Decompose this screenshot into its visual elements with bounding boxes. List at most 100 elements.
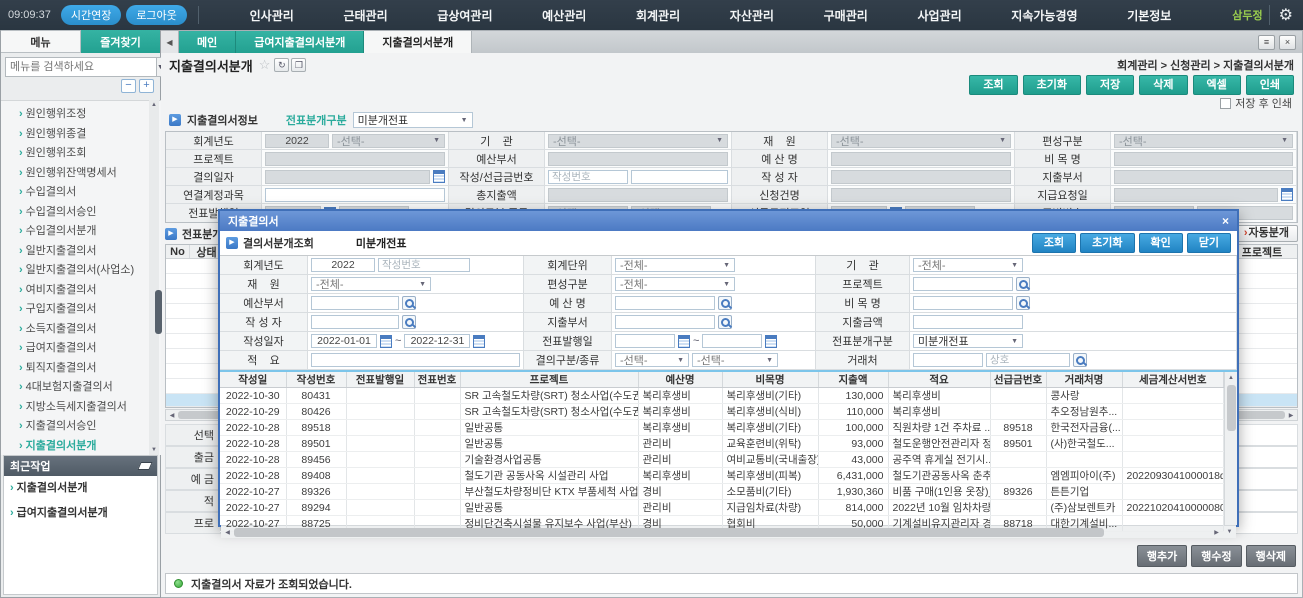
action-button-삭제[interactable]: 삭제 xyxy=(1139,75,1187,95)
search-icon[interactable] xyxy=(1016,277,1030,291)
scroll-up-icon[interactable]: ▲ xyxy=(1228,372,1234,384)
topbar-menu-item[interactable]: 지속가능경영 xyxy=(1011,7,1077,24)
table-row[interactable]: 2022-10-2889456기술환경사업공통관리비여비교통비(국내출장)43,… xyxy=(220,452,1224,468)
spend-dept-input[interactable] xyxy=(1114,170,1293,184)
sidebar-item[interactable]: ›지방소득세지출결의서 xyxy=(19,398,152,418)
table-row[interactable]: 2022-10-3080431SR 고속철도차량(SRT) 청소사업(수도권)복… xyxy=(220,388,1224,404)
modal-unit-select[interactable]: -전체-▼ xyxy=(615,258,735,272)
sidebar-item[interactable]: ›일반지출결의서 xyxy=(19,242,152,262)
search-icon[interactable] xyxy=(402,296,416,310)
sidebar-item[interactable]: ›원인행위잔액명세서 xyxy=(19,164,152,184)
pay-request-date-input[interactable] xyxy=(1114,188,1278,202)
modal-item-name-input[interactable] xyxy=(913,296,1013,310)
table-row[interactable]: 2022-10-2789294일반공통관리비지급임차료(차량)814,00020… xyxy=(220,500,1224,516)
modal-vscrollbar[interactable]: ▲ xyxy=(1224,372,1237,525)
modal-close-icon[interactable]: × xyxy=(1222,214,1229,228)
search-icon[interactable] xyxy=(1073,353,1087,367)
sidebar-tab-favorites[interactable]: 즐겨찾기 xyxy=(81,30,160,53)
scroll-up-icon[interactable]: ▲ xyxy=(149,100,159,110)
budget-type-select[interactable]: -선택-▼ xyxy=(1114,134,1293,148)
table-column-header[interactable]: 전표발행일 xyxy=(346,372,414,388)
topbar-menu-item[interactable]: 구매관리 xyxy=(824,7,868,24)
resolution-date-input[interactable] xyxy=(265,170,430,184)
table-column-header[interactable]: 비목명 xyxy=(722,372,818,388)
sidebar-item[interactable]: ›소득지출결의서 xyxy=(19,320,152,340)
request-title-input[interactable] xyxy=(831,188,1011,202)
table-column-header[interactable]: 전표번호 xyxy=(414,372,460,388)
gear-icon[interactable]: ⚙ xyxy=(1269,5,1303,25)
topbar-menu-item[interactable]: 인사관리 xyxy=(250,7,294,24)
document-tab[interactable]: 급여지출결의서분개 xyxy=(236,31,364,53)
modal-spend-dept-input[interactable] xyxy=(615,315,715,329)
advance-no-input[interactable] xyxy=(631,170,728,184)
topbar-menu-item[interactable]: 예산관리 xyxy=(542,7,586,24)
sidebar-item[interactable]: ›수입결의서승인 xyxy=(19,203,152,223)
row-action-button[interactable]: 행추가 xyxy=(1137,545,1187,567)
table-row[interactable]: 2022-10-2889518일반공통복리후생비복리후생비(기타)100,000… xyxy=(220,420,1224,436)
collapse-all-button[interactable]: − xyxy=(121,79,136,93)
total-amount-input[interactable] xyxy=(548,188,728,202)
action-button-인쇄[interactable]: 인쇄 xyxy=(1246,75,1294,95)
row-action-button[interactable]: 행삭제 xyxy=(1246,545,1296,567)
sidebar-item[interactable]: ›급여지출결의서 xyxy=(19,339,152,359)
sidebar-item[interactable]: ›퇴직지출결의서 xyxy=(19,359,152,379)
modal-slip-kind-select[interactable]: 미분개전표▼ xyxy=(913,334,1023,348)
table-row[interactable]: 2022-10-2980426SR 고속철도차량(SRT) 청소사업(수도권)복… xyxy=(220,404,1224,420)
modal-project-input[interactable] xyxy=(913,277,1013,291)
expand-all-button[interactable]: + xyxy=(139,79,154,93)
sidebar-item[interactable]: ›수입결의서 xyxy=(19,183,152,203)
sidebar-item[interactable]: ›여비지출결의서 xyxy=(19,281,152,301)
table-column-header[interactable]: 세금계산서번호 xyxy=(1122,372,1224,388)
search-icon[interactable] xyxy=(718,315,732,329)
topbar-menu-item[interactable]: 회계관리 xyxy=(636,7,680,24)
table-column-header[interactable]: 선급금번호 xyxy=(990,372,1046,388)
calendar-icon[interactable] xyxy=(678,335,690,348)
calendar-icon[interactable] xyxy=(1281,188,1293,201)
sidebar-item[interactable]: ›원인행위종결 xyxy=(19,125,152,145)
topbar-menu-item[interactable]: 사업관리 xyxy=(917,7,961,24)
modal-issue-to-input[interactable] xyxy=(702,334,762,348)
calendar-icon[interactable] xyxy=(765,335,777,348)
modal-button-확인[interactable]: 확인 xyxy=(1139,233,1183,253)
topbar-menu-item[interactable]: 기본정보 xyxy=(1127,7,1171,24)
calendar-icon[interactable] xyxy=(380,335,392,348)
sidebar-tab-menu[interactable]: 메뉴 xyxy=(1,30,81,53)
action-button-저장[interactable]: 저장 xyxy=(1086,75,1134,95)
sidebar-item[interactable]: ›4대보험지출결의서 xyxy=(19,378,152,398)
topbar-menu-item[interactable]: 근태관리 xyxy=(343,7,387,24)
scroll-left-icon[interactable]: ◀ xyxy=(221,529,234,536)
sidebar-item[interactable]: ›수입결의서분개 xyxy=(19,222,152,242)
agency-select[interactable]: -선택-▼ xyxy=(548,134,728,148)
sidebar-item[interactable]: ›원인행위조회 xyxy=(19,144,152,164)
scroll-left-icon[interactable]: ◀ xyxy=(166,412,178,419)
modal-button-초기화[interactable]: 초기화 xyxy=(1080,233,1134,253)
recent-work-item[interactable]: ›지출결의서분개 xyxy=(4,476,157,501)
sidebar-item[interactable]: ›구입지출결의서 xyxy=(19,300,152,320)
table-row[interactable]: 2022-10-2789326부산철도차량정비단 KTX 부품세척 사업경비소모… xyxy=(220,484,1224,500)
search-icon[interactable] xyxy=(718,296,732,310)
modal-issue-from-input[interactable] xyxy=(615,334,675,348)
recent-work-item[interactable]: ›급여지출결의서분개 xyxy=(4,501,157,526)
sidebar-item[interactable]: ›원인행위조정 xyxy=(19,105,152,125)
modal-date-from-input[interactable] xyxy=(311,334,377,348)
writer-input[interactable] xyxy=(831,170,1011,184)
modal-res-kind-select[interactable]: -선택-▼ xyxy=(615,353,689,367)
table-column-header[interactable]: 적요 xyxy=(888,372,990,388)
modal-button-조회[interactable]: 조회 xyxy=(1032,233,1076,253)
modal-year-input[interactable] xyxy=(311,258,375,272)
table-column-header[interactable]: 작성일 xyxy=(220,372,286,388)
eraser-icon[interactable] xyxy=(137,462,153,470)
sidebar-item[interactable]: ›지출결의서승인 xyxy=(19,417,152,437)
sidebar-item[interactable]: ›지출결의서분개 xyxy=(19,437,152,456)
window-close-icon[interactable]: × xyxy=(1279,35,1296,50)
sidebar-scrollbar[interactable]: ▲ ▼ xyxy=(149,100,159,455)
fiscal-year-select[interactable]: -선택-▼ xyxy=(332,134,445,148)
modal-amount-input[interactable] xyxy=(913,315,1023,329)
menu-search-input[interactable] xyxy=(5,57,156,77)
budget-dept-input[interactable] xyxy=(548,152,728,166)
document-tab[interactable]: 메인 xyxy=(179,31,236,53)
slip-type-select[interactable]: 미분개전표▼ xyxy=(353,112,473,128)
refresh-icon[interactable]: ↻ xyxy=(274,58,289,72)
writer-no-input[interactable] xyxy=(548,170,628,184)
table-row[interactable]: 2022-10-2889501일반공통관리비교육훈련비(위탁)93,000철도운… xyxy=(220,436,1224,452)
